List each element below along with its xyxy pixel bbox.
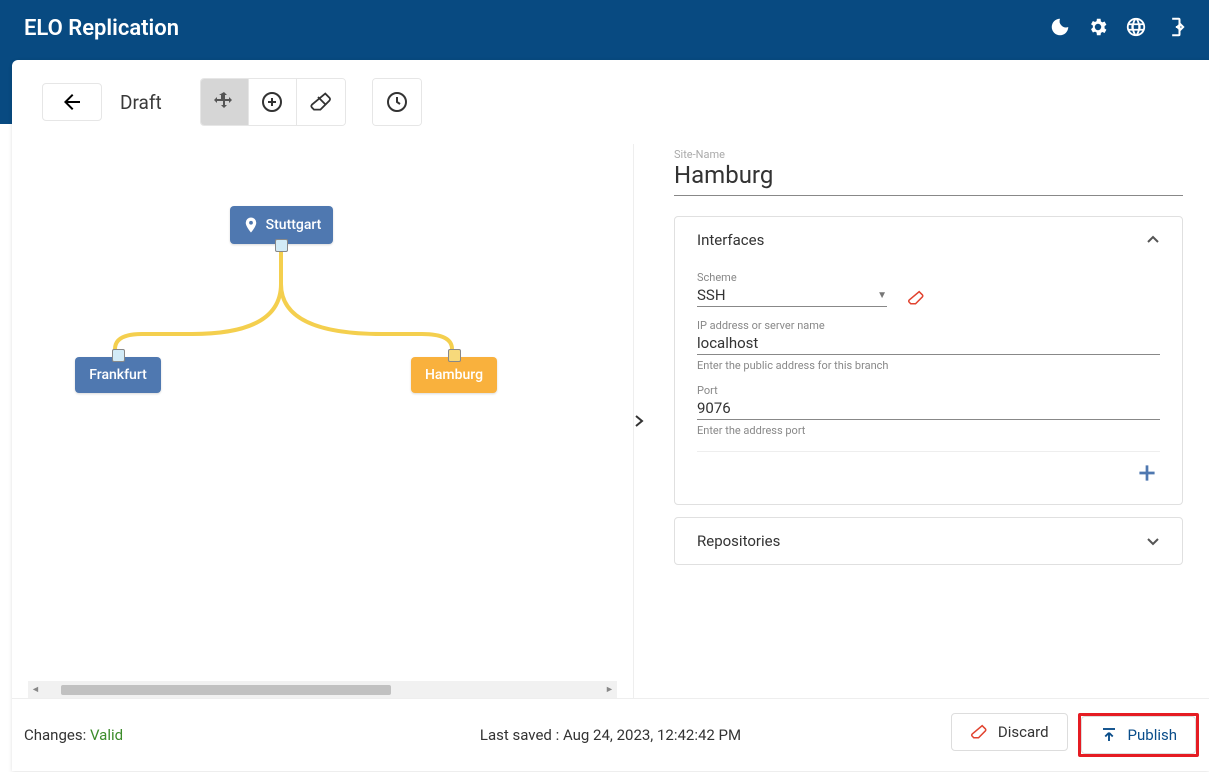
main-card: Draft Stuttgar xyxy=(12,60,1209,771)
ip-value: localhost xyxy=(697,334,758,352)
collapse-handle[interactable] xyxy=(634,401,644,441)
scheme-select[interactable]: SSH ▼ xyxy=(697,284,887,307)
highlight-annotation: Publish xyxy=(1078,713,1199,757)
chevron-down-icon xyxy=(1146,534,1160,548)
eraser-icon xyxy=(970,723,988,741)
chevron-down-icon: ▼ xyxy=(877,290,887,301)
move-tool-button[interactable] xyxy=(201,79,249,125)
status-label: Draft xyxy=(120,91,162,114)
scheme-value: SSH xyxy=(697,286,726,304)
repositories-panel-header[interactable]: Repositories xyxy=(675,518,1182,564)
scroll-left-arrow[interactable]: ◄ xyxy=(28,684,43,695)
port-input[interactable]: 9076 xyxy=(697,397,1160,420)
back-button[interactable] xyxy=(42,83,102,121)
ip-input[interactable]: localhost xyxy=(697,332,1160,355)
erase-tool-button[interactable] xyxy=(297,79,345,125)
eraser-icon[interactable] xyxy=(907,289,925,307)
node-port[interactable] xyxy=(275,239,288,252)
ip-field-label: IP address or server name xyxy=(697,319,1160,332)
repositories-panel: Repositories xyxy=(674,517,1183,565)
panel-title: Repositories xyxy=(697,532,780,550)
interfaces-panel-header[interactable]: Interfaces xyxy=(675,217,1182,263)
canvas-pane[interactable]: Stuttgart Frankfurt Hamburg ◄ ► xyxy=(12,144,634,698)
site-name-label: Site-Name xyxy=(674,148,1183,161)
logout-icon[interactable] xyxy=(1163,16,1185,38)
button-label: Discard xyxy=(998,723,1049,741)
node-label: Stuttgart xyxy=(266,217,322,233)
discard-button[interactable]: Discard xyxy=(951,713,1068,751)
tool-group-history xyxy=(372,78,422,126)
interfaces-panel: Interfaces Scheme SSH ▼ xyxy=(674,216,1183,505)
location-pin-icon xyxy=(242,216,260,234)
scheme-field-label: Scheme xyxy=(697,271,1160,284)
ip-hint: Enter the public address for this branch xyxy=(697,359,1160,372)
changes-status-text: Changes: Valid xyxy=(24,726,123,744)
history-button[interactable] xyxy=(373,79,421,125)
port-hint: Enter the address port xyxy=(697,424,1160,437)
chevron-up-icon xyxy=(1146,233,1160,247)
tool-group-main xyxy=(200,78,346,126)
panel-title: Interfaces xyxy=(697,231,764,249)
node-frankfurt[interactable]: Frankfurt xyxy=(75,357,161,393)
scroll-right-arrow[interactable]: ► xyxy=(602,684,617,695)
node-stuttgart[interactable]: Stuttgart xyxy=(230,206,333,244)
node-hamburg[interactable]: Hamburg xyxy=(411,357,497,393)
port-field-label: Port xyxy=(697,384,1160,397)
node-port[interactable] xyxy=(448,349,461,362)
node-port[interactable] xyxy=(112,349,125,362)
detail-pane: Site-Name Hamburg Interfaces Scheme SSH … xyxy=(634,144,1209,698)
port-value: 9076 xyxy=(697,399,731,417)
node-label: Frankfurt xyxy=(89,367,147,383)
divider xyxy=(697,451,1160,452)
add-interface-button[interactable] xyxy=(1134,460,1160,486)
site-name-value: Hamburg xyxy=(674,161,1183,196)
toolbar: Draft xyxy=(12,60,1209,144)
horizontal-scrollbar[interactable]: ◄ ► xyxy=(28,681,617,698)
publish-icon xyxy=(1100,726,1118,744)
dark-mode-icon[interactable] xyxy=(1049,16,1071,38)
chevron-right-icon xyxy=(634,415,644,427)
button-label: Publish xyxy=(1128,726,1177,744)
header-icons-group xyxy=(1049,16,1185,38)
app-title: ELO Replication xyxy=(24,16,179,41)
scroll-thumb[interactable] xyxy=(61,685,391,695)
node-label: Hamburg xyxy=(425,367,483,383)
publish-button[interactable]: Publish xyxy=(1081,716,1196,754)
gear-icon[interactable] xyxy=(1087,16,1109,38)
globe-icon[interactable] xyxy=(1125,16,1147,38)
add-tool-button[interactable] xyxy=(249,79,297,125)
footer: Changes: Valid Last saved : Aug 24, 2023… xyxy=(12,698,1209,771)
